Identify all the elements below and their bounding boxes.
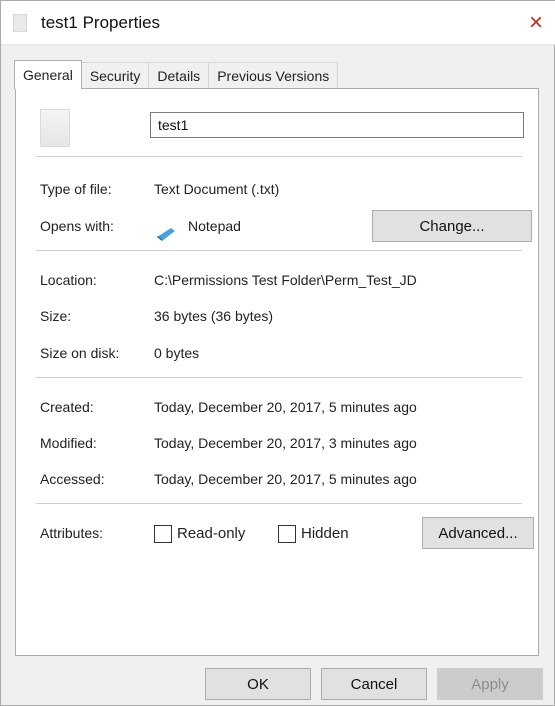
divider xyxy=(36,250,522,251)
size-label: Size: xyxy=(40,308,72,324)
notepad-icon xyxy=(157,228,175,241)
attributes-label: Attributes: xyxy=(40,525,104,541)
created-value: Today, December 20, 2017, 5 minutes ago xyxy=(154,399,417,415)
size-on-disk-value: 0 bytes xyxy=(154,345,200,361)
apply-button[interactable]: Apply xyxy=(437,668,543,700)
file-name-field[interactable] xyxy=(150,112,524,138)
location-value: C:\Permissions Test Folder\Perm_Test_JD xyxy=(154,272,417,288)
type-label: Type of file: xyxy=(40,181,112,197)
location-label: Location: xyxy=(40,272,97,288)
accessed-value: Today, December 20, 2017, 5 minutes ago xyxy=(154,471,417,487)
hidden-label: Hidden xyxy=(301,525,349,542)
created-label: Created: xyxy=(40,399,94,415)
opens-with-label: Opens with: xyxy=(40,218,114,234)
cancel-button[interactable]: Cancel xyxy=(321,668,427,700)
size-value: 36 bytes (36 bytes) xyxy=(154,308,274,324)
divider xyxy=(36,503,522,504)
title-bar: test1 Properties × xyxy=(1,1,555,45)
advanced-button[interactable]: Advanced... xyxy=(422,517,534,549)
tab-general[interactable]: General xyxy=(14,60,82,89)
file-icon xyxy=(13,14,27,32)
type-value: Text Document (.txt) xyxy=(154,181,280,197)
hidden-checkbox[interactable] xyxy=(278,525,296,543)
text-file-icon xyxy=(40,109,70,147)
tab-strip: General Security Details Previous Versio… xyxy=(14,60,339,89)
modified-label: Modified: xyxy=(40,435,97,451)
divider xyxy=(36,377,522,378)
change-button[interactable]: Change... xyxy=(372,210,532,242)
modified-value: Today, December 20, 2017, 3 minutes ago xyxy=(154,435,417,451)
size-on-disk-label: Size on disk: xyxy=(40,345,120,361)
readonly-label: Read-only xyxy=(177,525,246,542)
readonly-checkbox[interactable] xyxy=(154,525,172,543)
divider xyxy=(36,156,522,157)
properties-dialog: test1 Properties × General Security Deta… xyxy=(0,0,555,706)
opens-with-value: Notepad xyxy=(188,218,241,234)
accessed-label: Accessed: xyxy=(40,471,105,487)
tab-security[interactable]: Security xyxy=(80,62,150,89)
tab-previous-versions[interactable]: Previous Versions xyxy=(208,62,339,89)
window-title: test1 Properties xyxy=(41,13,161,32)
close-icon[interactable]: × xyxy=(517,1,555,45)
general-panel: Type of file: Text Document (.txt) Opens… xyxy=(15,88,539,656)
tab-details[interactable]: Details xyxy=(148,62,210,89)
ok-button[interactable]: OK xyxy=(205,668,311,700)
